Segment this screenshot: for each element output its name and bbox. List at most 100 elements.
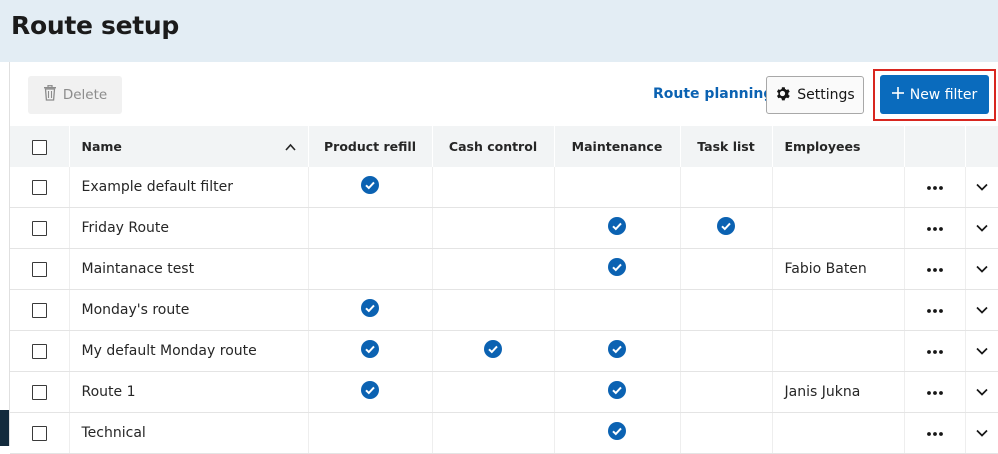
row-checkbox[interactable] <box>31 343 47 359</box>
plus-icon <box>891 86 904 103</box>
row-name: Example default filter <box>69 167 309 208</box>
row-select-cell <box>10 330 70 372</box>
column-header-label: Name <box>81 139 122 154</box>
cell-task-list <box>680 207 773 249</box>
row-expand-cell <box>965 167 998 208</box>
cell-maintenance <box>554 371 681 413</box>
check-circle-icon <box>608 381 626 403</box>
trash-icon <box>43 84 57 105</box>
row-checkbox[interactable] <box>31 261 47 277</box>
column-header-product-refill: Product refill <box>308 126 433 167</box>
check-circle-icon <box>361 340 379 362</box>
cell-task-list <box>680 330 773 372</box>
row-checkbox[interactable] <box>31 302 47 318</box>
chevron-down-icon[interactable] <box>976 179 988 195</box>
column-header-task-list: Task list <box>680 126 773 167</box>
settings-label: Settings <box>797 87 855 103</box>
select-all-cell <box>10 126 70 167</box>
row-checkbox[interactable] <box>31 384 47 400</box>
new-filter-button[interactable]: New filter <box>880 75 989 114</box>
row-name: Technical <box>69 412 309 454</box>
more-dots-icon[interactable] <box>926 343 944 359</box>
chevron-down-icon[interactable] <box>976 220 988 236</box>
check-circle-icon <box>361 176 379 198</box>
column-header-actions <box>904 126 966 167</box>
column-header-employees: Employees <box>772 126 905 167</box>
chevron-up-icon[interactable] <box>284 139 296 154</box>
gear-icon <box>775 86 790 105</box>
row-employees <box>772 330 905 372</box>
cell-maintenance <box>554 289 681 331</box>
row-select-cell <box>10 167 70 208</box>
row-name: Monday's route <box>69 289 309 331</box>
row-name: Maintanace test <box>69 248 309 290</box>
cell-cash-control <box>432 371 555 413</box>
row-name: My default Monday route <box>69 330 309 372</box>
chevron-down-icon[interactable] <box>976 384 988 400</box>
cell-product-refill <box>308 248 433 290</box>
page-title: Route setup <box>11 11 180 40</box>
table-row[interactable]: Friday Route <box>10 207 998 249</box>
row-employees <box>772 207 905 249</box>
cell-cash-control <box>432 412 555 454</box>
select-all-checkbox[interactable] <box>31 139 47 155</box>
row-select-cell <box>10 412 70 454</box>
row-expand-cell <box>965 248 998 290</box>
cell-cash-control <box>432 330 555 372</box>
more-dots-icon[interactable] <box>926 384 944 400</box>
row-employees <box>772 167 905 208</box>
more-dots-icon[interactable] <box>926 425 944 441</box>
column-header-maintenance: Maintenance <box>554 126 681 167</box>
row-expand-cell <box>965 289 998 331</box>
cell-product-refill <box>308 412 433 454</box>
more-dots-icon[interactable] <box>926 179 944 195</box>
table-row[interactable]: My default Monday route <box>10 330 998 372</box>
table-row[interactable]: Monday's route <box>10 289 998 331</box>
check-circle-icon <box>361 299 379 321</box>
more-dots-icon[interactable] <box>926 220 944 236</box>
settings-button[interactable]: Settings <box>766 76 864 114</box>
more-dots-icon[interactable] <box>926 302 944 318</box>
cell-cash-control <box>432 289 555 331</box>
cell-maintenance <box>554 330 681 372</box>
chevron-down-icon[interactable] <box>976 425 988 441</box>
table-row[interactable]: Technical <box>10 412 998 454</box>
row-menu-cell <box>904 207 966 249</box>
cell-product-refill <box>308 207 433 249</box>
row-select-cell <box>10 371 70 413</box>
chevron-down-icon[interactable] <box>976 261 988 277</box>
row-menu-cell <box>904 248 966 290</box>
delete-button[interactable]: Delete <box>28 76 122 114</box>
row-expand-cell <box>965 330 998 372</box>
chevron-down-icon[interactable] <box>976 343 988 359</box>
cell-task-list <box>680 248 773 290</box>
chevron-down-icon[interactable] <box>976 302 988 318</box>
cell-product-refill <box>308 371 433 413</box>
table-row[interactable]: Example default filter <box>10 167 998 208</box>
cell-maintenance <box>554 248 681 290</box>
cell-product-refill <box>308 167 433 208</box>
route-planning-link[interactable]: Route planning <box>653 86 773 102</box>
more-dots-icon[interactable] <box>926 261 944 277</box>
cell-product-refill <box>308 330 433 372</box>
row-expand-cell <box>965 371 998 413</box>
row-checkbox[interactable] <box>31 220 47 236</box>
check-circle-icon <box>361 381 379 403</box>
delete-label: Delete <box>62 87 108 103</box>
cell-maintenance <box>554 207 681 249</box>
check-circle-icon <box>608 422 626 444</box>
row-menu-cell <box>904 289 966 331</box>
row-select-cell <box>10 207 70 249</box>
cell-product-refill <box>308 289 433 331</box>
table-row[interactable]: Route 1 Janis Jukna <box>10 371 998 413</box>
row-checkbox[interactable] <box>31 179 47 195</box>
row-name: Friday Route <box>69 207 309 249</box>
row-checkbox[interactable] <box>31 425 47 441</box>
row-select-cell <box>10 248 70 290</box>
table-row[interactable]: Maintanace test Fabio Baten <box>10 248 998 290</box>
column-header-name[interactable]: Name <box>69 126 309 167</box>
page-header: Route setup <box>0 0 998 62</box>
row-menu-cell <box>904 330 966 372</box>
row-menu-cell <box>904 167 966 208</box>
row-employees: Janis Jukna <box>772 371 905 413</box>
